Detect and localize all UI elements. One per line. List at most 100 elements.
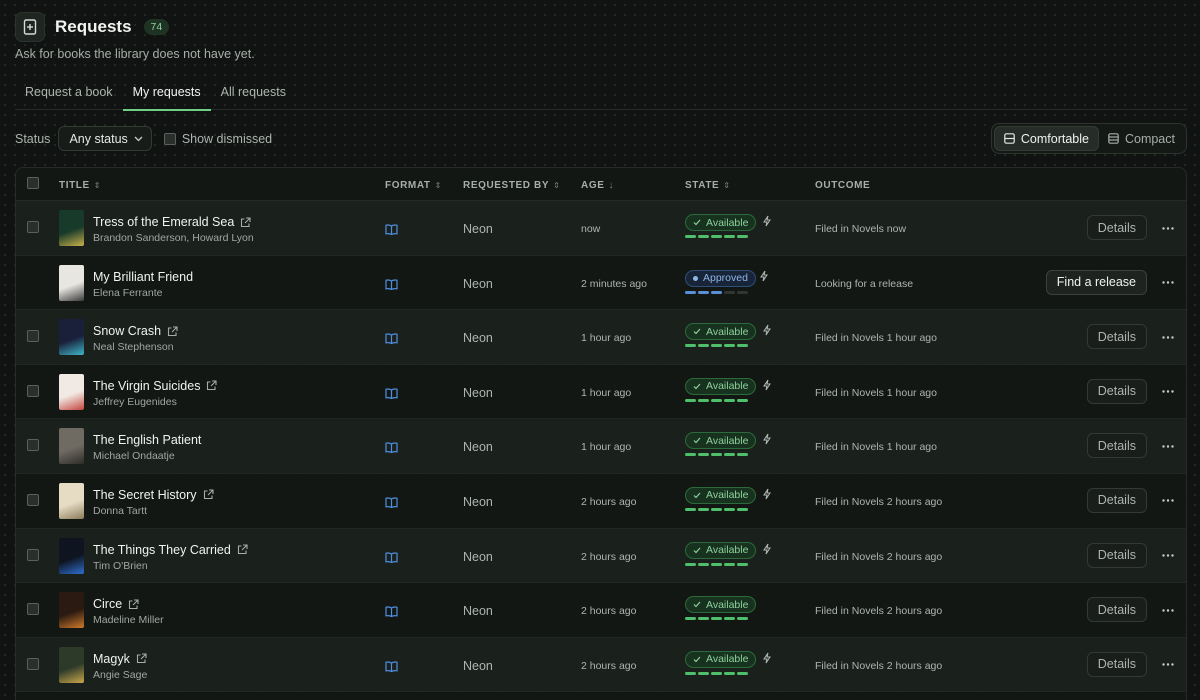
book-title[interactable]: The Secret History: [93, 488, 197, 502]
state-label: Available: [706, 380, 749, 393]
external-link-icon[interactable]: [237, 544, 248, 555]
rows-icon: [1004, 133, 1015, 144]
details-button[interactable]: Details: [1086, 651, 1147, 677]
book-title[interactable]: The Things They Carried: [93, 543, 231, 557]
outcome-text: Filed in Novels 1 hour ago: [815, 386, 937, 399]
more-options-icon[interactable]: [1161, 276, 1175, 290]
book-author: Neal Stephenson: [93, 341, 174, 354]
sort-icon: ⇕: [434, 181, 442, 190]
compact-density-button[interactable]: Compact: [1099, 126, 1184, 151]
tab-my-requests[interactable]: My requests: [122, 74, 211, 111]
row-checkbox[interactable]: [27, 221, 39, 233]
table-row[interactable]: Circe Madeline Miller Neon 2 hours ago Avail…: [16, 583, 1186, 638]
progress-segment: [724, 562, 735, 566]
sort-icon: ⇕: [93, 181, 102, 190]
more-options-icon[interactable]: [1161, 658, 1175, 672]
column-requested-by[interactable]: REQUESTED BY ⇕: [463, 180, 560, 191]
book-title[interactable]: The Virgin Suicides: [93, 379, 200, 393]
row-checkbox[interactable]: [27, 493, 39, 506]
comfortable-density-button[interactable]: Comfortable: [993, 126, 1099, 151]
book-icon: [385, 331, 398, 349]
requested-by: Neon: [463, 440, 493, 455]
check-icon: [693, 219, 701, 226]
details-button[interactable]: Details: [1086, 542, 1147, 568]
tab-all-requests[interactable]: All requests: [211, 74, 296, 110]
column-title[interactable]: TITLE ⇕: [59, 180, 101, 191]
more-options-icon[interactable]: [1161, 385, 1175, 399]
more-options-icon[interactable]: [1161, 494, 1175, 508]
book-title[interactable]: Circe: [93, 597, 122, 611]
external-link-icon[interactable]: [240, 216, 251, 228]
book-cover: [59, 210, 84, 246]
column-state[interactable]: STATE ⇕: [685, 180, 731, 191]
progress-segment: [724, 398, 735, 402]
book-cover: [59, 646, 84, 683]
state-cell: Available: [685, 595, 785, 621]
table-row[interactable]: The Things They Carried Tim O'Brien Neon 2 …: [16, 528, 1186, 584]
book-title[interactable]: Magyk: [93, 652, 130, 666]
table-row[interactable]: Magyk Angie Sage Neon 2 hours ago Available F…: [16, 637, 1186, 693]
table-row[interactable]: My Brilliant Friend Elena Ferrante Neon 2 m…: [16, 256, 1186, 311]
table-row[interactable]: Snow Crash Neal Stephenson Neon 1 hour ago A…: [16, 310, 1186, 365]
progress-segment: [737, 507, 748, 511]
row-checkbox[interactable]: [27, 384, 39, 397]
row-checkbox[interactable]: [27, 657, 39, 670]
book-info: Tress of the Emerald Sea Brandon Sanderso…: [93, 215, 254, 244]
book-title[interactable]: Snow Crash: [93, 324, 161, 338]
bolt-icon: [763, 324, 771, 336]
request-age: now: [581, 223, 601, 235]
row-checkbox[interactable]: [27, 330, 39, 343]
column-outcome-label: OUTCOME: [815, 180, 871, 191]
details-button[interactable]: Details: [1086, 433, 1147, 459]
row-checkbox[interactable]: [27, 439, 39, 452]
show-dismissed-toggle[interactable]: Show dismissed: [163, 132, 272, 146]
find-release-button[interactable]: Find a release: [1045, 269, 1147, 295]
external-link-icon[interactable]: [203, 489, 214, 500]
more-options-icon[interactable]: [1161, 221, 1175, 235]
progress-segment: [724, 617, 735, 621]
progress-segment: [737, 562, 748, 566]
external-link-icon[interactable]: [136, 653, 147, 664]
book-title[interactable]: The English Patient: [93, 433, 201, 447]
external-link-icon[interactable]: [128, 599, 139, 610]
table-row[interactable]: Tress of the Emerald Sea Brandon Sanderso…: [16, 201, 1186, 256]
book-title[interactable]: Tress of the Emerald Sea: [93, 215, 234, 229]
row-checkbox[interactable]: [27, 603, 39, 616]
external-link-icon[interactable]: [167, 326, 178, 337]
book-icon: [385, 277, 398, 295]
progress-segment: [685, 344, 696, 348]
progress-segment: [698, 453, 709, 457]
state-label: Available: [706, 325, 749, 338]
details-button[interactable]: Details: [1086, 215, 1147, 240]
state-badge: Available: [685, 377, 757, 395]
page-header: Requests 74: [15, 12, 170, 42]
show-dismissed-checkbox[interactable]: [163, 132, 176, 145]
column-format-label: FORMAT: [385, 180, 431, 191]
more-options-icon[interactable]: [1161, 330, 1175, 344]
bolt-icon: [763, 215, 771, 227]
details-button[interactable]: Details: [1086, 597, 1147, 623]
more-options-icon[interactable]: [1161, 549, 1175, 563]
dot-icon: [693, 275, 698, 281]
column-format[interactable]: FORMAT ⇕: [385, 180, 442, 191]
column-age[interactable]: AGE ↓: [581, 180, 614, 191]
table-row[interactable]: The Secret History Donna Tartt Neon 2 hours…: [16, 474, 1186, 529]
progress-segment: [698, 344, 709, 348]
state-cell: Available: [685, 377, 785, 402]
more-options-icon[interactable]: [1161, 439, 1175, 453]
progress-segment: [724, 290, 735, 294]
request-age: 2 hours ago: [581, 495, 637, 508]
details-button[interactable]: Details: [1086, 487, 1147, 513]
external-link-icon[interactable]: [206, 380, 218, 391]
table-row[interactable]: The Virgin Suicides Jeffrey Eugenides Neon…: [16, 365, 1186, 420]
row-checkbox[interactable]: [27, 548, 39, 561]
details-button[interactable]: Details: [1086, 378, 1147, 404]
tab-request-a-book[interactable]: Request a book: [15, 74, 123, 110]
select-all-checkbox[interactable]: [27, 177, 39, 189]
status-select[interactable]: Any status: [58, 126, 152, 151]
details-button[interactable]: Details: [1086, 324, 1147, 350]
book-author: Angie Sage: [93, 668, 148, 681]
more-options-icon[interactable]: [1161, 603, 1175, 617]
table-row[interactable]: The English Patient Michael Ondaatje Neon 1…: [16, 419, 1186, 474]
book-title[interactable]: My Brilliant Friend: [93, 270, 193, 284]
